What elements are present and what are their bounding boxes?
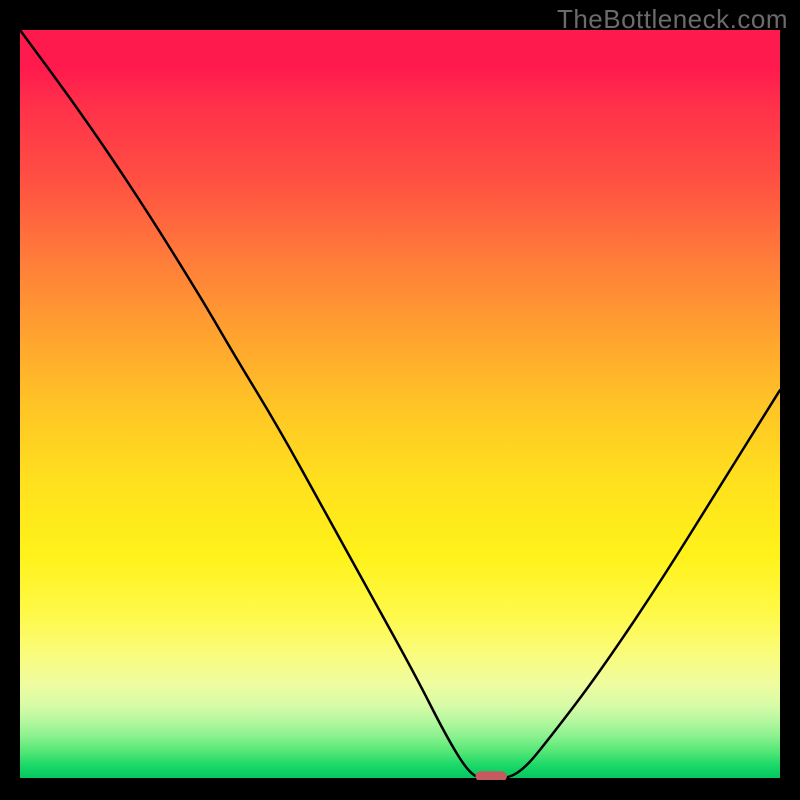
- bottleneck-curve: [20, 30, 780, 780]
- chart-frame: TheBottleneck.com: [0, 0, 800, 800]
- optimum-marker: [476, 772, 506, 780]
- watermark-text: TheBottleneck.com: [557, 4, 788, 35]
- plot-area: [20, 30, 780, 780]
- curve-path: [20, 30, 780, 780]
